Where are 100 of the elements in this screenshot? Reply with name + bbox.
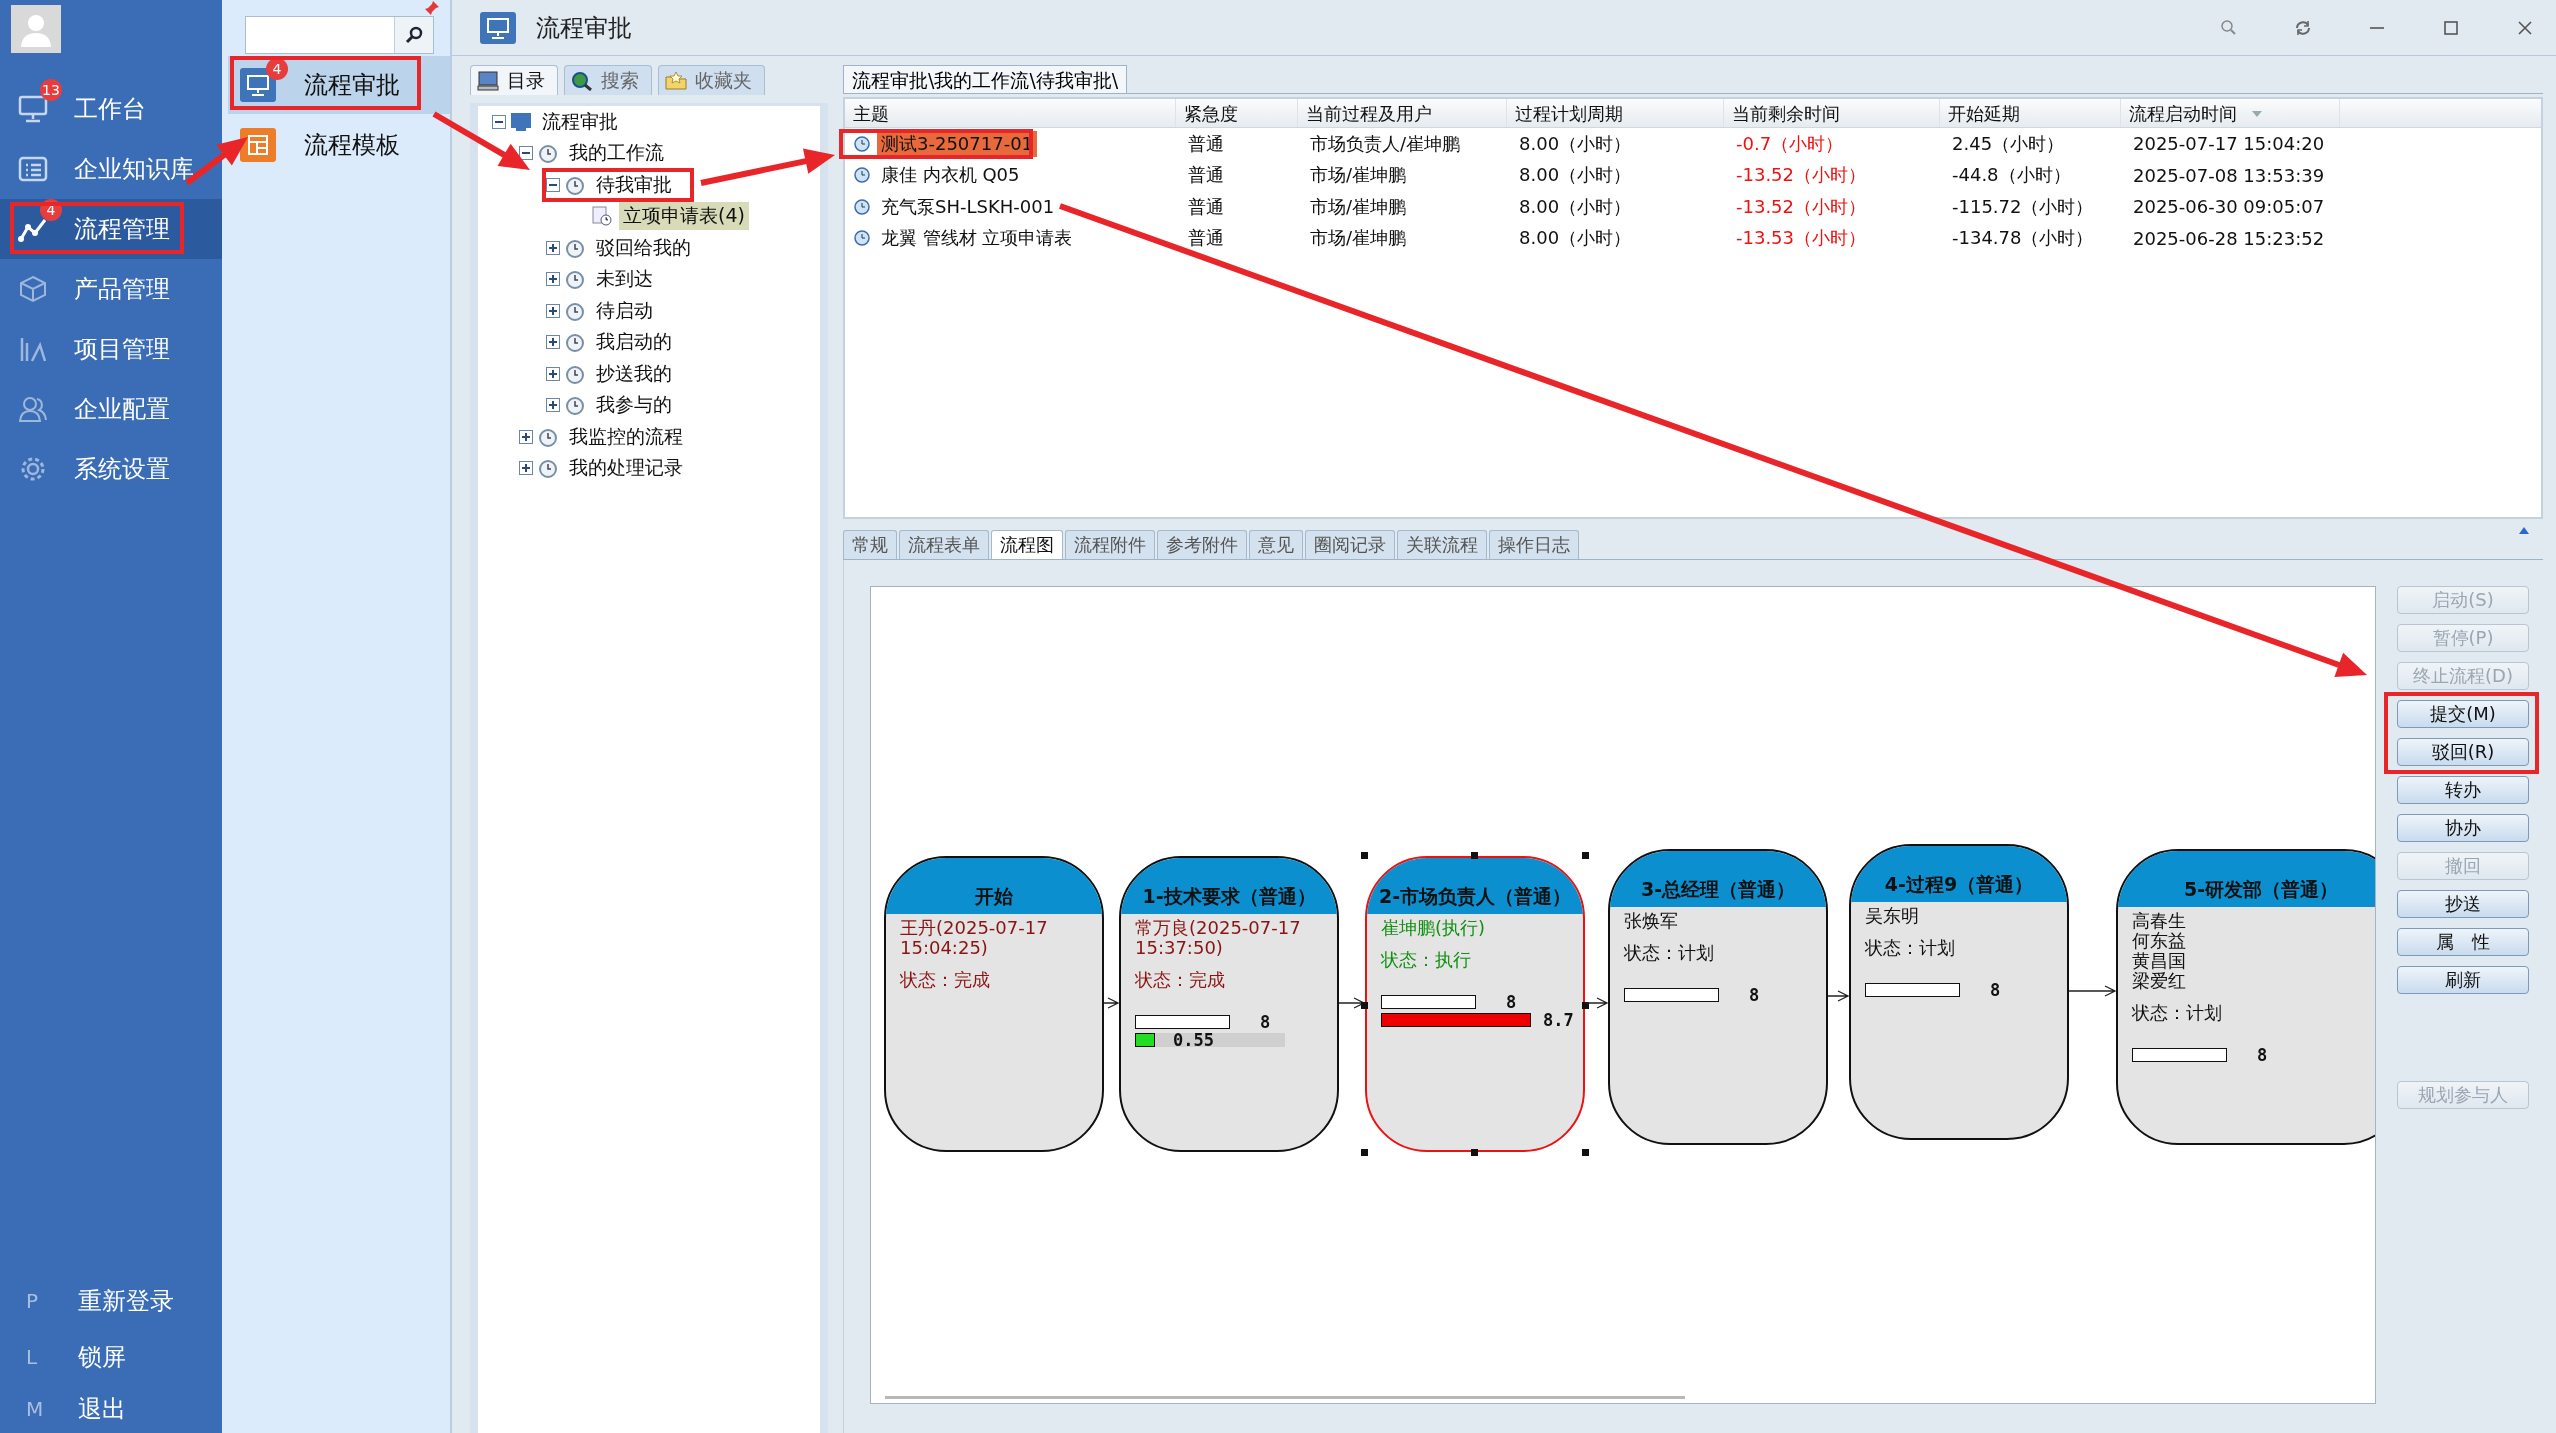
table-row[interactable]: 龙翼 管线材 立项申请表 普通 市场/崔坤鹏 8.00（小时） -13.53（小时） -134.78（小时） 2025-06-28 15:23:52 bbox=[845, 222, 2541, 254]
expander-icon[interactable] bbox=[546, 303, 560, 318]
column-header[interactable]: 紧急度 bbox=[1176, 99, 1298, 127]
expander-icon[interactable] bbox=[519, 461, 533, 476]
tab[interactable]: 流程图 bbox=[991, 530, 1063, 559]
flow-node[interactable]: 4-过程9（普通） 吴东明 状态：计划 8 bbox=[1849, 844, 2069, 1140]
table-cell-text: 8.00（小时） bbox=[1518, 226, 1633, 251]
tree-item[interactable]: 流程审批 bbox=[538, 107, 622, 136]
tab[interactable]: 关联流程 bbox=[1397, 530, 1487, 559]
tree-item[interactable]: 待我审批 bbox=[592, 170, 676, 199]
sidebar-item[interactable]: 产品管理 bbox=[0, 259, 222, 319]
tree-item[interactable]: 我监控的流程 bbox=[565, 422, 687, 451]
bar-value: 0.55 bbox=[1173, 1030, 1214, 1050]
assignee-text: 高春生 bbox=[2132, 911, 2187, 931]
flow-node[interactable]: 开始 王丹(2025-07-17 15:04:25) 状态：完成 bbox=[884, 856, 1104, 1152]
tree-item[interactable]: 我的处理记录 bbox=[565, 454, 687, 483]
column-header[interactable]: 开始延期 bbox=[1940, 99, 2121, 127]
column-header[interactable]: 过程计划周期 bbox=[1507, 99, 1724, 127]
expander-icon[interactable] bbox=[546, 366, 560, 381]
sidebar-item[interactable]: M 退出 bbox=[0, 1385, 222, 1433]
action-button[interactable]: 协办 bbox=[2397, 814, 2529, 842]
clock-icon bbox=[564, 269, 586, 290]
table-row[interactable]: 康佳 内衣机 Q05 普通 市场/崔坤鹏 8.00（小时） -13.52（小时） -44.8（小时） 2025-07-08 13:53:39 bbox=[845, 159, 2541, 191]
expander-icon[interactable] bbox=[546, 177, 560, 192]
collapse-icon[interactable] bbox=[2519, 527, 2529, 534]
tab[interactable]: 操作日志 bbox=[1489, 530, 1579, 559]
action-button[interactable]: 提交(M) bbox=[2397, 700, 2529, 728]
tab[interactable]: 意见 bbox=[1249, 530, 1303, 559]
column-header[interactable]: 流程启动时间 bbox=[2121, 99, 2340, 127]
action-button[interactable]: 转办 bbox=[2397, 776, 2529, 804]
connector-arrow bbox=[1339, 996, 1365, 1010]
action-button[interactable]: 刷新 bbox=[2397, 966, 2529, 994]
pin-icon[interactable] bbox=[424, 0, 440, 16]
tab[interactable]: 圈阅记录 bbox=[1305, 530, 1395, 559]
expander-icon[interactable] bbox=[519, 429, 533, 444]
clock-icon bbox=[564, 300, 586, 321]
table-cell-text: 8.00（小时） bbox=[1518, 163, 1633, 188]
table-cell-text: 2.45（小时） bbox=[1951, 131, 2066, 156]
module-item[interactable]: 4 流程审批 bbox=[228, 56, 450, 114]
module-item[interactable]: 流程模板 bbox=[222, 116, 450, 174]
clock-icon bbox=[564, 174, 586, 195]
sidebar-item[interactable]: 企业知识库 bbox=[0, 139, 222, 199]
tab[interactable]: 目录 bbox=[470, 65, 558, 95]
tab[interactable]: 搜索 bbox=[564, 65, 652, 95]
tree-item[interactable]: 我启动的 bbox=[592, 328, 676, 357]
tree-item[interactable]: 驳回给我的 bbox=[592, 233, 695, 262]
sidebar-item[interactable]: 项目管理 bbox=[0, 319, 222, 379]
tree-item[interactable]: 立项申请表(4) bbox=[619, 202, 749, 231]
column-header[interactable]: 当前剩余时间 bbox=[1724, 99, 1940, 127]
tree-item[interactable]: 抄送我的 bbox=[592, 359, 676, 388]
flow-node[interactable]: 1-技术要求（普通） 常万良(2025-07-17 15:37:50) 状态：完成 8 0.55 bbox=[1119, 856, 1339, 1152]
column-header[interactable]: 当前过程及用户 bbox=[1298, 99, 1507, 127]
scrollbar[interactable] bbox=[885, 1396, 1685, 1399]
computer-icon bbox=[477, 70, 499, 91]
search-icon[interactable] bbox=[2220, 18, 2238, 37]
clock-icon bbox=[564, 395, 586, 416]
expander-icon[interactable] bbox=[546, 272, 560, 287]
tab[interactable]: 流程表单 bbox=[899, 530, 989, 559]
tree-item[interactable]: 未到达 bbox=[592, 265, 657, 294]
tree-item[interactable]: 待启动 bbox=[592, 296, 657, 325]
table-cell-text: 普通 bbox=[1187, 131, 1225, 156]
sidebar-item[interactable]: P 重新登录 bbox=[0, 1273, 222, 1329]
clock-icon bbox=[537, 458, 559, 479]
table-cell-text: 2025-07-17 15:04:20 bbox=[2132, 132, 2326, 156]
tree-item[interactable]: 我的工作流 bbox=[565, 139, 668, 168]
action-button[interactable]: 驳回(R) bbox=[2397, 738, 2529, 766]
sidebar-item[interactable]: 13 工作台 bbox=[0, 79, 222, 139]
close-icon[interactable] bbox=[2516, 18, 2534, 37]
assignee-text: 常万良(2025-07-17 15:37:50) bbox=[1135, 918, 1302, 958]
flow-node[interactable]: 3-总经理（普通） 张焕军 状态：计划 8 bbox=[1608, 849, 1828, 1145]
path-tab[interactable]: 流程审批\我的工作流\待我审批\ bbox=[843, 65, 1128, 93]
tab[interactable]: 常规 bbox=[843, 530, 897, 559]
action-button[interactable]: 抄送 bbox=[2397, 890, 2529, 918]
search-button[interactable] bbox=[394, 17, 433, 53]
column-header[interactable]: 主题 bbox=[845, 99, 1176, 127]
expander-icon[interactable] bbox=[519, 146, 533, 161]
search-field[interactable] bbox=[245, 16, 434, 54]
expander-icon[interactable] bbox=[546, 335, 560, 350]
sidebar-item[interactable]: L 锁屏 bbox=[0, 1329, 222, 1385]
expander-icon[interactable] bbox=[546, 398, 560, 413]
tab[interactable]: 收藏夹 bbox=[658, 65, 765, 95]
table-row[interactable]: 测试3-250717-01 普通 市场负责人/崔坤鹏 8.00（小时） -0.7（小时） 2.45（小时） 2025-07-17 15:04:20 bbox=[845, 128, 2541, 160]
expander-icon[interactable] bbox=[546, 240, 560, 255]
flow-node[interactable]: 2-市场负责人（普通） 崔坤鹏(执行) 状态：执行 8 8.7 bbox=[1365, 856, 1585, 1152]
assignee-text: 王丹(2025-07-17 15:04:25) bbox=[900, 918, 1049, 958]
maximize-icon[interactable] bbox=[2442, 18, 2460, 37]
node-title: 4-过程9（普通） bbox=[1884, 872, 2034, 897]
table-row[interactable]: 充气泵SH-LSKH-001 普通 市场/崔坤鹏 8.00（小时） -13.52（小时） -115.72（小时） 2025-06-30 09:05:07 bbox=[845, 191, 2541, 223]
flow-node[interactable]: 5-研发部（普通） 高春生 何东益 黄昌国 梁爱红 状态：计划 8 bbox=[2116, 849, 2375, 1145]
tree-item[interactable]: 我参与的 bbox=[592, 391, 676, 420]
assignee-text: 何东益 bbox=[2132, 931, 2187, 951]
tab[interactable]: 参考附件 bbox=[1157, 530, 1247, 559]
sidebar-item[interactable]: 企业配置 bbox=[0, 379, 222, 439]
tab[interactable]: 流程附件 bbox=[1065, 530, 1155, 559]
action-button[interactable]: 属 性 bbox=[2397, 928, 2529, 956]
expander-icon[interactable] bbox=[492, 114, 506, 129]
node-title: 3-总经理（普通） bbox=[1640, 877, 1796, 902]
sidebar-item[interactable]: 系统设置 bbox=[0, 439, 222, 499]
refresh-icon[interactable] bbox=[2294, 18, 2312, 37]
table-cell-text: -115.72（小时） bbox=[1951, 194, 2095, 219]
